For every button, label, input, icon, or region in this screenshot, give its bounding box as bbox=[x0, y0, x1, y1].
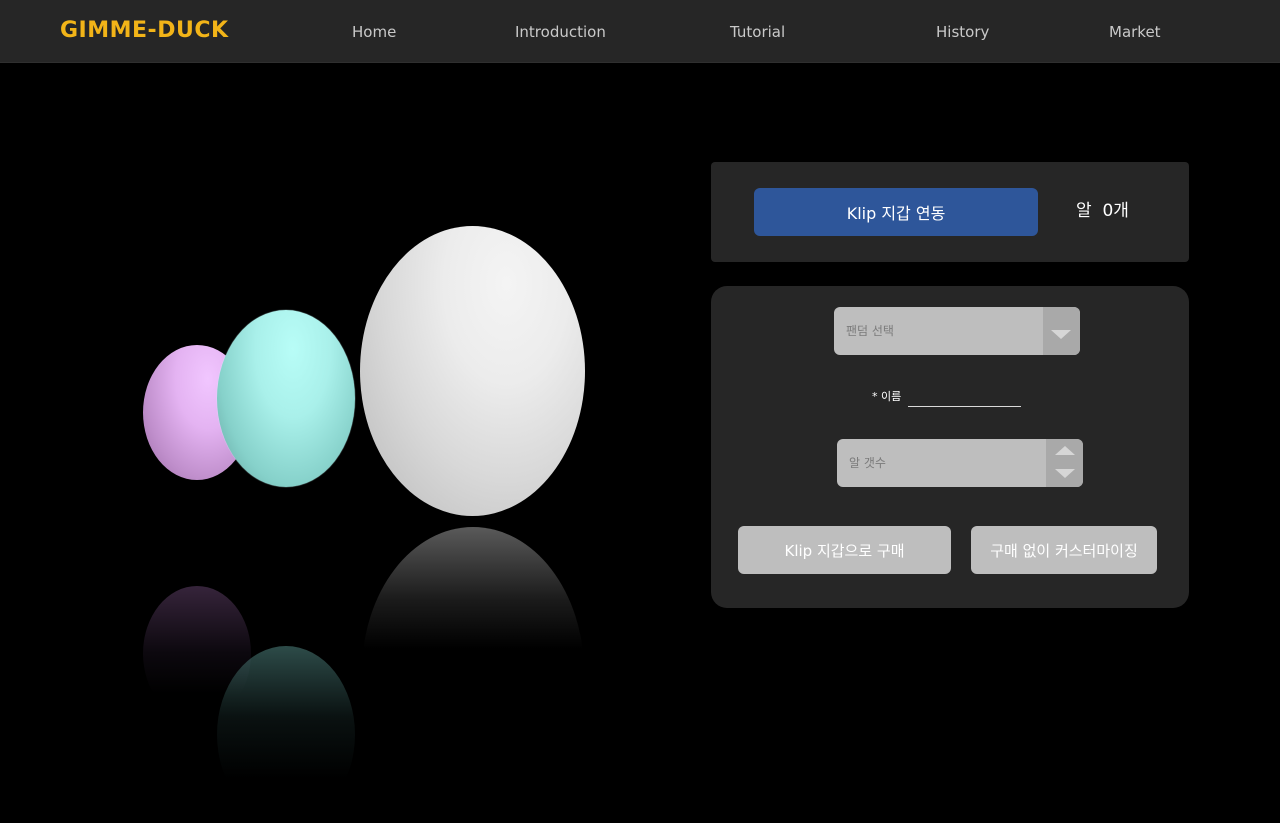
cyan-egg-reflection bbox=[217, 646, 355, 823]
nav-link-home[interactable]: Home bbox=[352, 22, 396, 42]
customize-without-purchase-button[interactable]: 구매 없이 커스터마이징 bbox=[971, 526, 1157, 574]
nav-link-tutorial[interactable]: Tutorial bbox=[730, 22, 785, 42]
chevron-up-icon bbox=[1055, 446, 1075, 455]
white-egg bbox=[360, 226, 585, 516]
purchase-form-panel: 팬덤 선택 * 이름 알 갯수 Klip 지갑으로 구매 구매 없이 커스터마이… bbox=[711, 286, 1189, 608]
chevron-down-icon bbox=[1055, 469, 1075, 478]
nav-link-history[interactable]: History bbox=[936, 22, 989, 42]
name-label: * 이름 bbox=[872, 390, 902, 403]
cyan-egg bbox=[217, 310, 355, 487]
wallet-panel: Klip 지갑 연동 알 0개 bbox=[711, 162, 1189, 262]
name-input[interactable] bbox=[908, 388, 1021, 407]
buy-with-klip-button[interactable]: Klip 지갑으로 구매 bbox=[738, 526, 951, 574]
select-arrow-button[interactable] bbox=[1043, 307, 1080, 355]
logo[interactable]: GIMME-DUCK bbox=[60, 17, 229, 45]
stepper-decrement-button[interactable] bbox=[1046, 463, 1083, 487]
stepper-buttons bbox=[1046, 439, 1083, 487]
fandom-select[interactable]: 팬덤 선택 bbox=[834, 307, 1080, 355]
egg-count-label: 알 0개 bbox=[1076, 201, 1129, 221]
top-navigation-bar: GIMME-DUCK Home Introduction Tutorial Hi… bbox=[0, 0, 1280, 63]
nav-link-market[interactable]: Market bbox=[1109, 22, 1161, 42]
egg-quantity-placeholder: 알 갯수 bbox=[849, 456, 886, 470]
stepper-increment-button[interactable] bbox=[1046, 439, 1083, 463]
egg-quantity-stepper[interactable]: 알 갯수 bbox=[837, 439, 1083, 487]
chevron-down-icon bbox=[1051, 330, 1071, 339]
fandom-select-placeholder: 팬덤 선택 bbox=[846, 324, 894, 338]
white-egg-reflection bbox=[362, 527, 584, 817]
egg-illustration bbox=[0, 63, 700, 823]
nav-link-introduction[interactable]: Introduction bbox=[515, 22, 606, 42]
klip-wallet-connect-button[interactable]: Klip 지갑 연동 bbox=[754, 188, 1038, 236]
